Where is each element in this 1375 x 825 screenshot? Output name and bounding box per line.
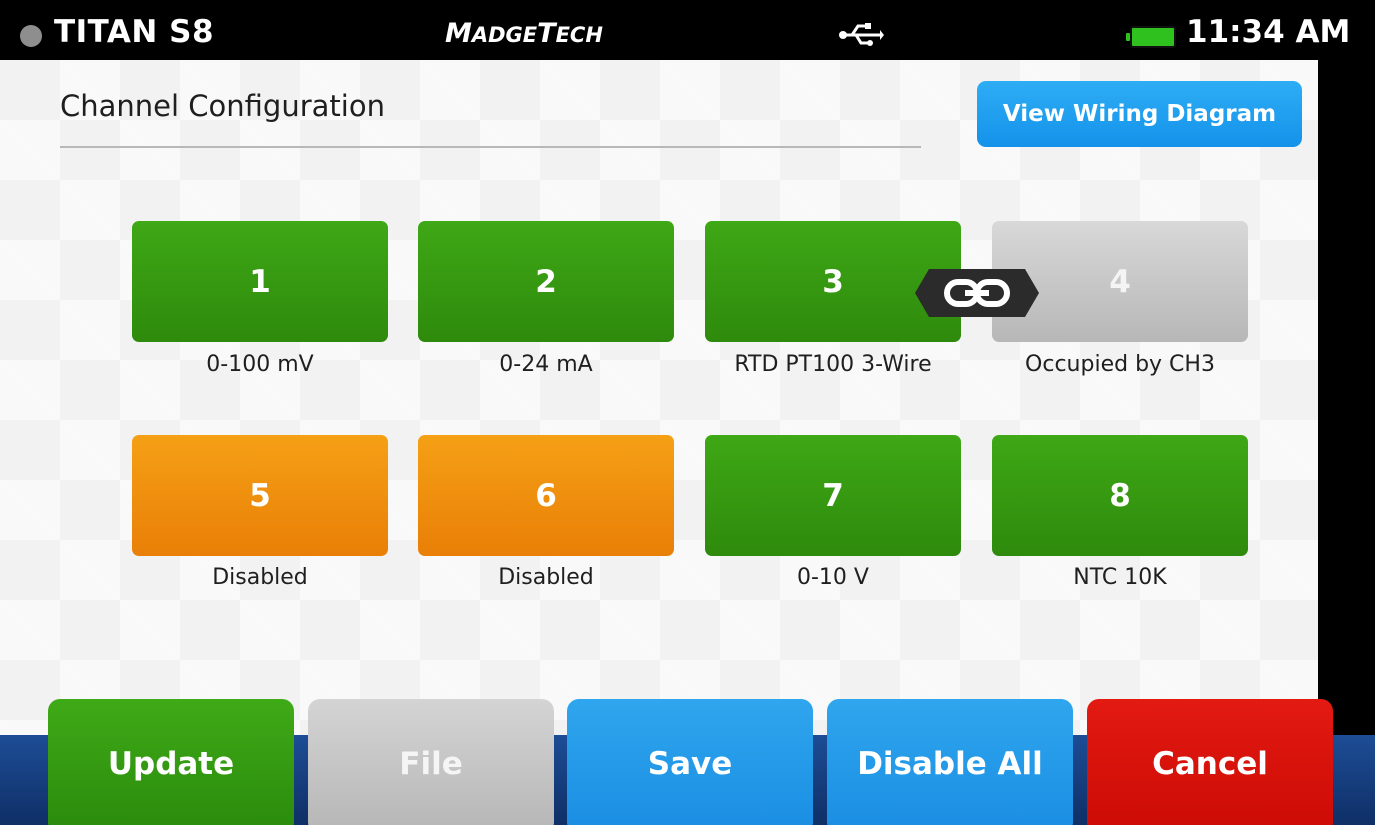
channel-8-label: NTC 10K — [1073, 565, 1167, 590]
channel-6-label: Disabled — [498, 565, 594, 590]
channel-5-button[interactable]: 5 — [132, 435, 388, 556]
view-wiring-diagram-button[interactable]: View Wiring Diagram — [977, 81, 1302, 147]
battery-icon — [1126, 26, 1176, 48]
channel-1-label: 0-100 mV — [206, 352, 314, 377]
clock: 11:34 AM — [1186, 14, 1351, 50]
channel-5-label: Disabled — [212, 565, 308, 590]
save-button[interactable]: Save — [567, 699, 813, 825]
channel-2-label: 0-24 mA — [499, 352, 593, 377]
chain-link-icon[interactable] — [915, 269, 1039, 317]
channel-6-button[interactable]: 6 — [418, 435, 674, 556]
channel-7-button[interactable]: 7 — [705, 435, 961, 556]
status-bar: TITAN S8 MADGETECH 11:34 AM — [0, 0, 1375, 60]
page-title: Channel Configuration — [60, 89, 385, 123]
update-button[interactable]: Update — [48, 699, 294, 825]
channel-1-button[interactable]: 1 — [132, 221, 388, 342]
disable-all-button[interactable]: Disable All — [827, 699, 1073, 825]
channel-2-button[interactable]: 2 — [418, 221, 674, 342]
file-button[interactable]: File — [308, 699, 554, 825]
channel-4-label: Occupied by CH3 — [1025, 352, 1215, 377]
channel-7-label: 0-10 V — [797, 565, 869, 590]
device-name: TITAN S8 — [54, 14, 215, 50]
usb-icon — [839, 23, 884, 46]
record-dot-icon — [20, 25, 42, 47]
title-divider — [60, 146, 921, 148]
channel-3-label: RTD PT100 3-Wire — [734, 352, 932, 377]
device-screen: TITAN S8 MADGETECH 11:34 AM Channel Conf… — [0, 0, 1375, 825]
cancel-button[interactable]: Cancel — [1087, 699, 1333, 825]
brand-logo: MADGETECH — [445, 18, 603, 49]
channel-8-button[interactable]: 8 — [992, 435, 1248, 556]
